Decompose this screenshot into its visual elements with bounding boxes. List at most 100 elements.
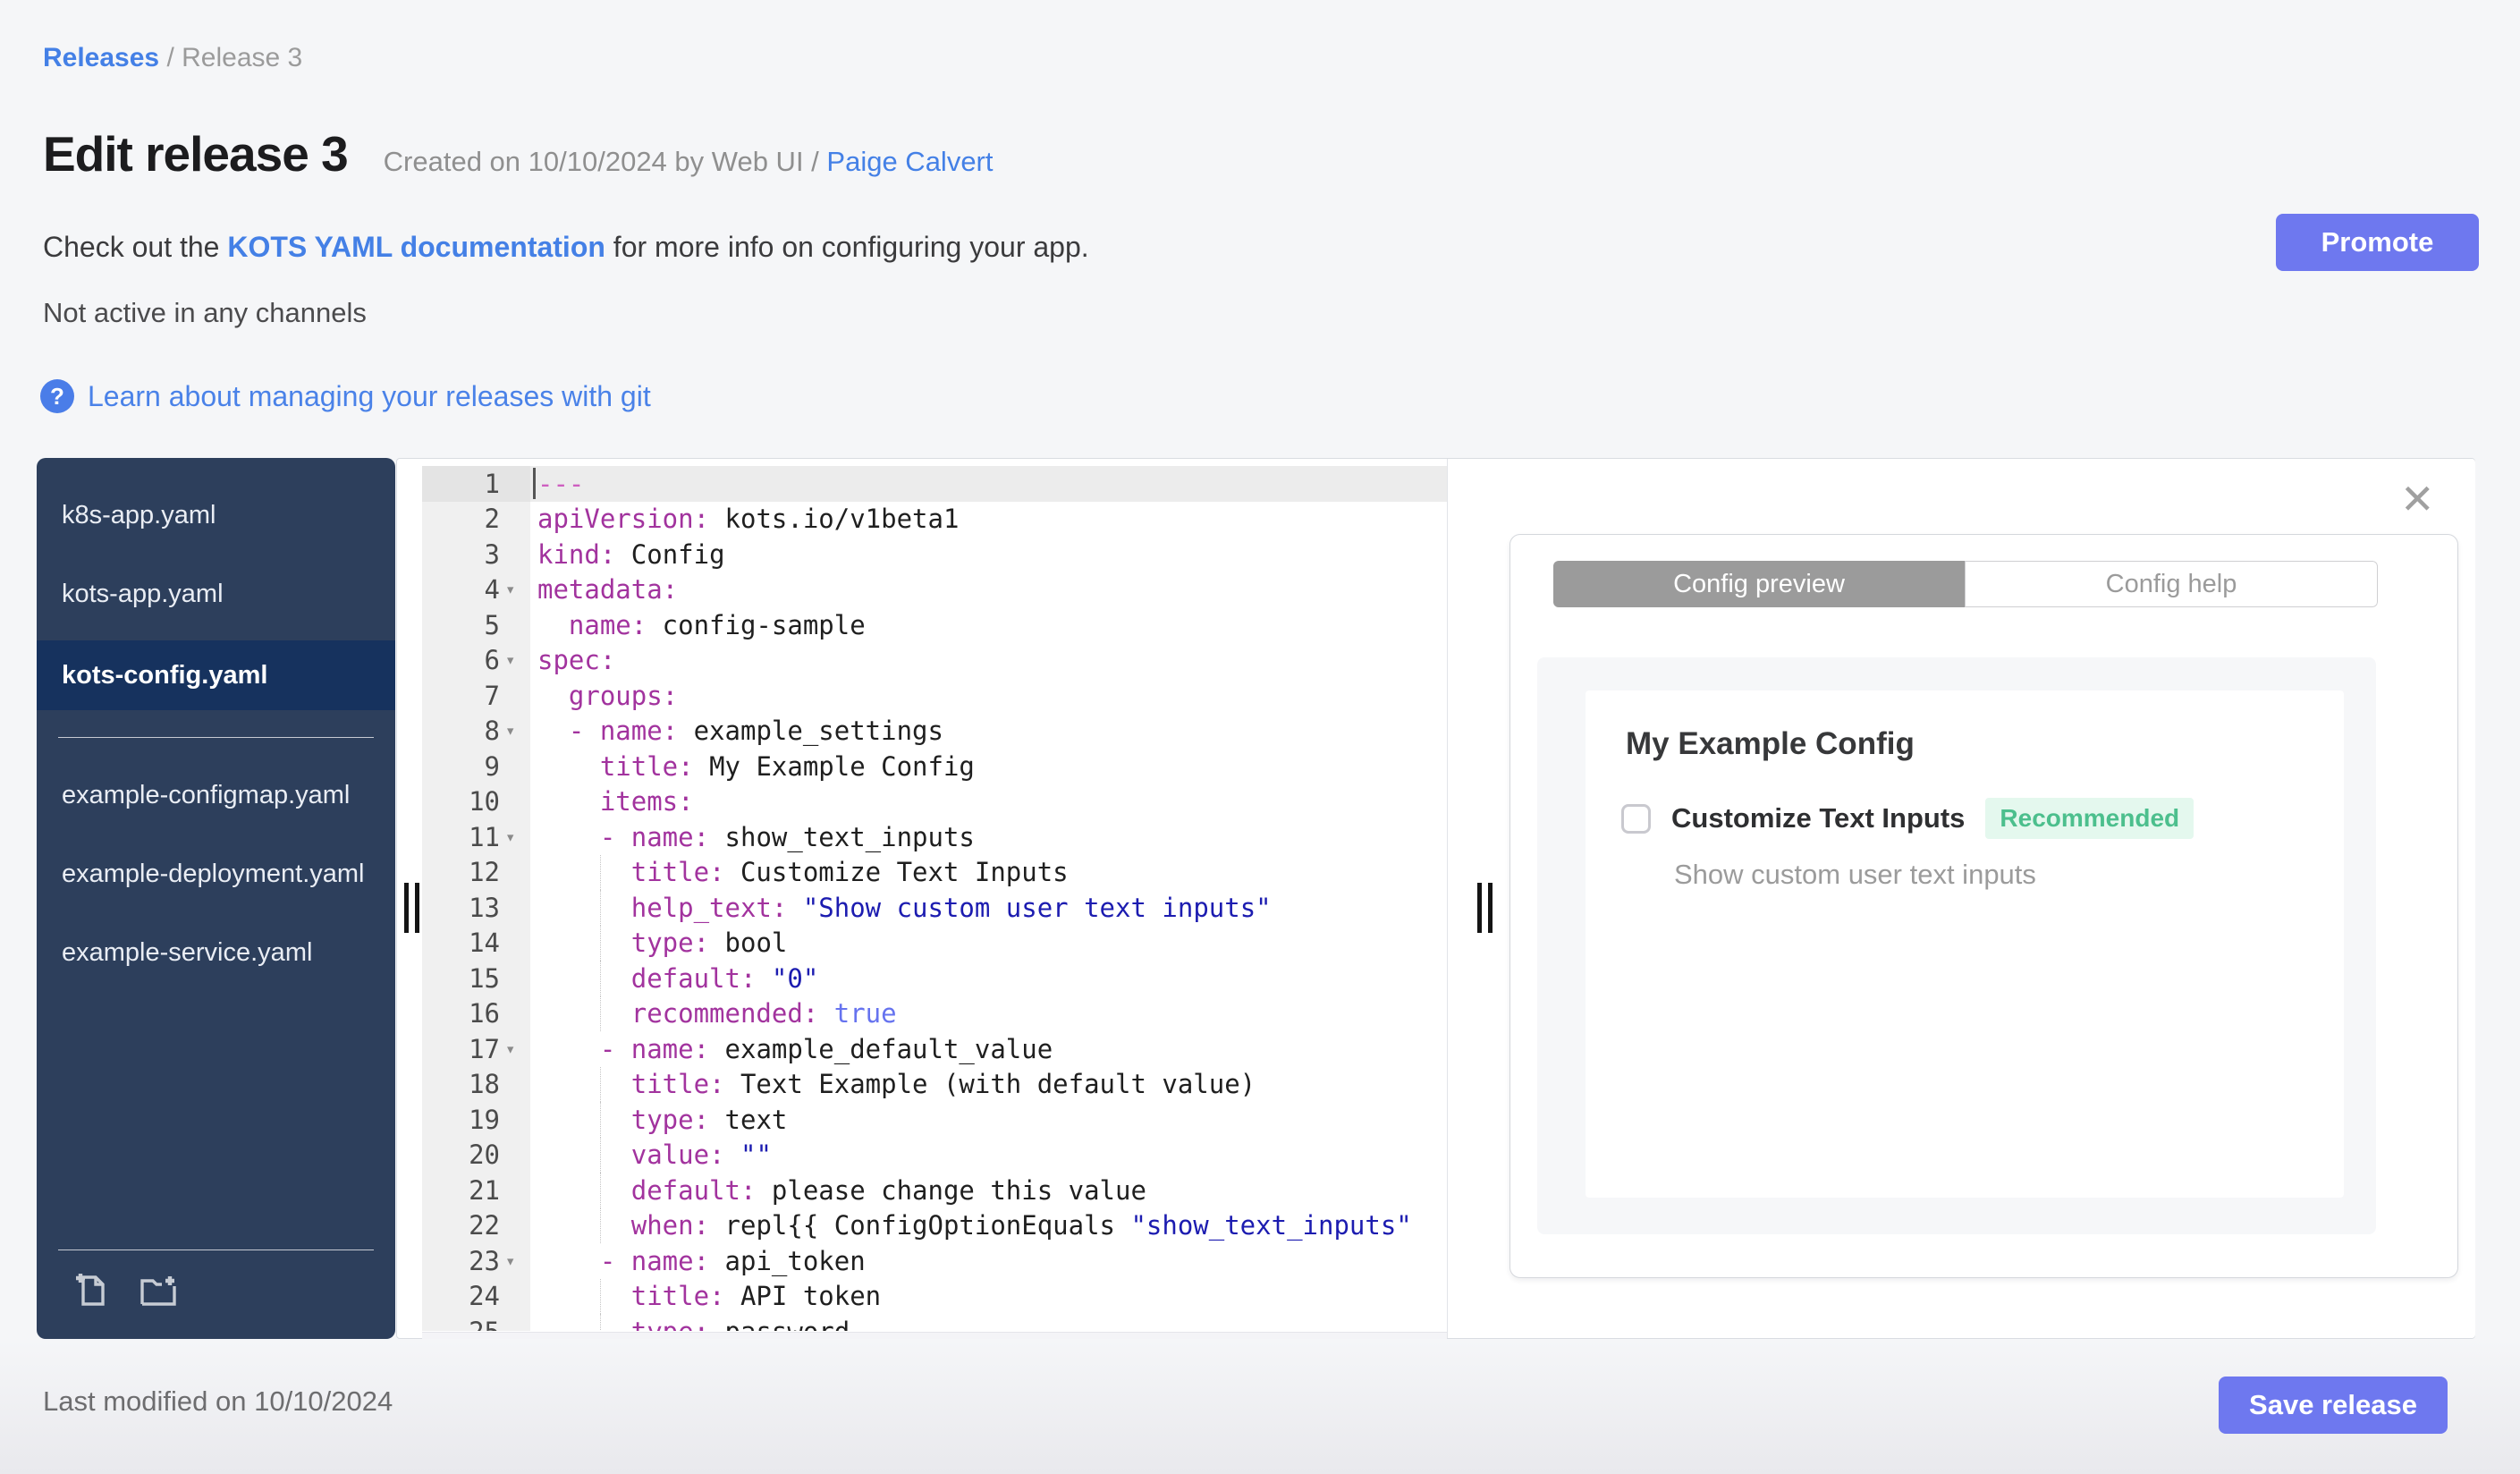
- code-line: 8 ▾ - name: example_settings: [422, 713, 1447, 749]
- sidebar-file[interactable]: example-service.yaml: [37, 931, 395, 974]
- new-file-icon[interactable]: [71, 1268, 114, 1311]
- text-cursor: [533, 468, 536, 499]
- code-line: 10▾ items:: [422, 784, 1447, 819]
- promote-button[interactable]: Promote: [2276, 214, 2479, 271]
- code-line: 4 ▾ metadata:: [422, 572, 1447, 607]
- code-line: 9▾ title: My Example Config: [422, 749, 1447, 784]
- sidebar-file[interactable]: example-configmap.yaml: [37, 774, 395, 817]
- line-number: 21▾: [422, 1173, 530, 1208]
- edit-release-page: Releases / Release 3 Edit release 3 Crea…: [0, 0, 2520, 1474]
- line-number: 12▾: [422, 854, 530, 890]
- line-number: 20▾: [422, 1137, 530, 1173]
- kots-yaml-doc-link[interactable]: KOTS YAML documentation: [227, 231, 605, 263]
- last-modified-text: Last modified on 10/10/2024: [43, 1385, 393, 1417]
- line-number: 8 ▾: [422, 713, 530, 749]
- code-line: 13▾ help_text: "Show custom user text in…: [422, 890, 1447, 926]
- code-line: 14▾ type: bool: [422, 925, 1447, 961]
- tab-config-preview[interactable]: Config preview: [1553, 561, 1965, 607]
- checkbox-label: Customize Text Inputs: [1671, 802, 1966, 834]
- fold-arrow-icon[interactable]: ▾: [505, 1039, 521, 1059]
- sidebar-divider: [58, 737, 374, 738]
- sidebar-footer: [37, 1250, 395, 1339]
- author-link[interactable]: Paige Calvert: [826, 146, 993, 177]
- title-row: Edit release 3 Created on 10/10/2024 by …: [43, 125, 994, 182]
- code-line: 11 ▾ - name: show_text_inputs: [422, 819, 1447, 855]
- config-preview-surface: My Example Config Customize Text Inputs …: [1537, 657, 2376, 1234]
- code-line: 24▾ title: API token: [422, 1278, 1447, 1314]
- file-sidebar: k8s-app.yaml kots-app.yaml kots-config.yam…: [37, 458, 395, 1339]
- code-line: 21▾ default: please change this value: [422, 1173, 1447, 1208]
- code-line: 1▾---: [422, 466, 1447, 502]
- config-checkbox-row: Customize Text Inputs Recommended: [1621, 798, 2194, 839]
- tab-config-help[interactable]: Config help: [1965, 561, 2378, 607]
- breadcrumb-current: Release 3: [182, 43, 303, 72]
- breadcrumb-separator: /: [166, 43, 174, 72]
- config-group-card: My Example Config Customize Text Inputs …: [1586, 690, 2344, 1198]
- code-line: 5▾ name: config-sample: [422, 607, 1447, 643]
- sidebar-resize-handle[interactable]: [404, 883, 422, 933]
- page-title: Edit release 3: [43, 126, 349, 182]
- fold-arrow-icon[interactable]: ▾: [505, 1251, 521, 1271]
- code-line: 18▾ title: Text Example (with default va…: [422, 1066, 1447, 1102]
- code-line: 25▾ type: password: [422, 1314, 1447, 1331]
- code-line: 22▾ when: repl{{ ConfigOptionEquals "sho…: [422, 1207, 1447, 1243]
- fold-arrow-icon[interactable]: ▾: [505, 580, 521, 599]
- sidebar-file[interactable]: example-deployment.yaml: [37, 852, 395, 895]
- sidebar-files-top: k8s-app.yaml kots-app.yaml kots-config.yam…: [37, 494, 395, 710]
- channel-status: Not active in any channels: [43, 297, 367, 328]
- config-group-title: My Example Config: [1626, 726, 1915, 761]
- breadcrumb: Releases / Release 3: [43, 43, 302, 73]
- code-line: 17 ▾ - name: example_default_value: [422, 1031, 1447, 1067]
- code-line: 12▾ title: Customize Text Inputs: [422, 854, 1447, 890]
- line-number: 23 ▾: [422, 1243, 530, 1279]
- fold-arrow-icon[interactable]: ▾: [505, 721, 521, 741]
- sidebar-file[interactable]: kots-app.yaml: [37, 572, 395, 615]
- code-line: 3▾kind: Config: [422, 537, 1447, 572]
- line-number: 13▾: [422, 890, 530, 926]
- code-line: 23 ▾ - name: api_token: [422, 1243, 1447, 1279]
- breadcrumb-releases-link[interactable]: Releases: [43, 43, 159, 72]
- config-preview-card: Config preview Config help My Example Con…: [1509, 534, 2458, 1278]
- line-number: 25▾: [422, 1314, 530, 1331]
- fold-arrow-icon[interactable]: ▾: [505, 827, 521, 847]
- line-number: 14▾: [422, 925, 530, 961]
- save-release-button[interactable]: Save release: [2219, 1377, 2448, 1434]
- doc-info-line: Check out the KOTS YAML documentation fo…: [43, 231, 1089, 263]
- line-number: 3▾: [422, 537, 530, 572]
- release-workspace: k8s-app.yaml kots-app.yaml kots-config.yam…: [37, 458, 2475, 1339]
- learn-git-link[interactable]: ? Learn about managing your releases wit…: [40, 379, 651, 413]
- preview-resize-handle[interactable]: [1477, 883, 1495, 933]
- line-number: 2▾: [422, 501, 530, 537]
- line-number: 6 ▾: [422, 642, 530, 678]
- line-number: 24▾: [422, 1278, 530, 1314]
- line-number: 7▾: [422, 678, 530, 714]
- line-number: 1▾: [422, 466, 530, 502]
- fold-arrow-icon[interactable]: ▾: [505, 650, 521, 670]
- line-number: 4 ▾: [422, 572, 530, 607]
- recommended-badge: Recommended: [1985, 798, 2194, 839]
- code-line: 2▾apiVersion: kots.io/v1beta1: [422, 501, 1447, 537]
- code-rows: 1▾---2▾apiVersion: kots.io/v1beta13▾kind…: [422, 466, 1447, 1331]
- new-folder-icon[interactable]: [137, 1268, 180, 1311]
- code-line: 7▾ groups:: [422, 678, 1447, 714]
- line-number: 22▾: [422, 1207, 530, 1243]
- line-number: 17 ▾: [422, 1031, 530, 1067]
- sidebar-file[interactable]: k8s-app.yaml: [37, 494, 395, 537]
- code-line: 16▾ recommended: true: [422, 995, 1447, 1031]
- checkbox-help-text: Show custom user text inputs: [1674, 859, 2036, 890]
- created-info: Created on 10/10/2024 by Web UI / Paige …: [383, 146, 994, 177]
- learn-git-label: Learn about managing your releases with …: [88, 379, 651, 412]
- editor-horizontal-scrollbar[interactable]: [422, 1332, 1447, 1339]
- line-number: 5▾: [422, 607, 530, 643]
- question-circle-icon: ?: [40, 379, 74, 413]
- code-line: 19▾ type: text: [422, 1102, 1447, 1138]
- close-icon[interactable]: ✕: [2400, 479, 2435, 520]
- sidebar-files-bottom: example-configmap.yaml example-deployment…: [37, 774, 395, 974]
- sidebar-file[interactable]: kots-config.yaml: [37, 640, 395, 710]
- footer-bar: Last modified on 10/10/2024 Save release: [0, 1339, 2520, 1474]
- line-number: 15▾: [422, 961, 530, 996]
- config-preview-panel: ✕ Config preview Config help My Example C…: [1447, 459, 2475, 1338]
- line-number: 19▾: [422, 1102, 530, 1138]
- customize-text-inputs-checkbox[interactable]: [1621, 803, 1651, 834]
- yaml-code-editor[interactable]: 1▾---2▾apiVersion: kots.io/v1beta13▾kind…: [422, 460, 1447, 1331]
